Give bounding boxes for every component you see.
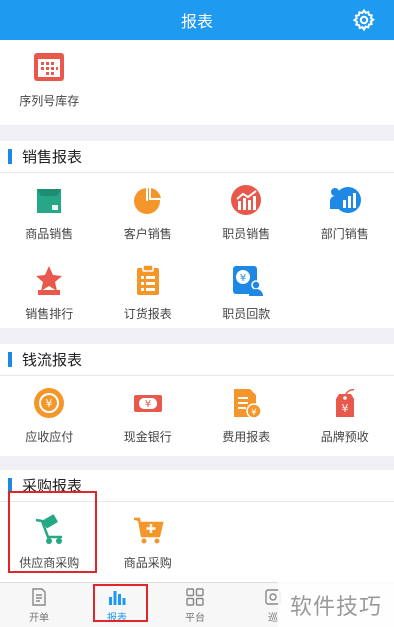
staff-payment-item[interactable]: ¥ 职员回款	[197, 253, 296, 333]
sales-ranking-item[interactable]: 销售排行	[0, 253, 99, 333]
nav-label: 平台	[185, 612, 205, 624]
clipboard-icon	[136, 264, 159, 295]
nav-reports[interactable]: 报表	[78, 583, 156, 627]
brand-prepay-label: 品牌预收	[320, 430, 369, 444]
svg-text:¥: ¥	[341, 402, 348, 415]
exchange-money-icon: ¥	[34, 388, 65, 418]
report-bars-icon	[109, 590, 126, 605]
section-header: 销售报表	[0, 141, 394, 173]
section-title: 钱流报表	[22, 351, 83, 369]
section-title: 采购报表	[22, 477, 83, 495]
serial-inventory-icon	[34, 53, 65, 81]
svg-text:¥: ¥	[240, 273, 246, 284]
section-header: 钱流报表	[0, 344, 394, 376]
order-report-label: 订货报表	[123, 307, 172, 321]
price-tag-icon: ¥	[335, 389, 354, 417]
svg-text:¥: ¥	[46, 397, 53, 410]
watermark-text: 软件技巧	[278, 582, 394, 627]
supplier-purchase-label: 供应商采购	[19, 556, 80, 570]
pie-chart-icon	[133, 185, 163, 214]
receivable-payable-label: 应收应付	[25, 430, 74, 444]
product-sales-item[interactable]: 商品销售	[0, 173, 99, 253]
section-bar	[8, 352, 12, 367]
product-purchase-item[interactable]: 商品采购	[99, 502, 198, 582]
serial-inventory-label: 序列号库存	[19, 94, 80, 108]
page-title: 报表	[180, 12, 213, 31]
cashflow-section: 钱流报表 ¥ 应收应付 ¥ 现金银行 ¥ 费用报表 ¥ 品牌预收	[0, 344, 394, 456]
order-report-item[interactable]: 订货报表	[99, 253, 198, 333]
gear-icon[interactable]	[352, 8, 376, 32]
section-bar	[8, 149, 12, 164]
receivable-payable-item[interactable]: ¥ 应收应付	[0, 376, 99, 456]
nav-platform[interactable]: 平台	[156, 583, 234, 627]
shopping-cart-icon	[133, 517, 164, 544]
staff-payment-icon: ¥	[233, 266, 264, 296]
document-icon	[32, 587, 46, 606]
product-purchase-label: 商品采购	[123, 556, 172, 570]
top-section: 序列号库存	[0, 40, 394, 125]
nav-label: 巡	[268, 612, 278, 624]
cash-bank-label: 现金银行	[123, 430, 172, 444]
sales-section: 销售报表 商品销售 客户销售 职员销售 部门销售 销售排行 订货报表 ¥ 职员回…	[0, 141, 394, 328]
department-sales-item[interactable]: 部门销售	[296, 173, 394, 253]
department-sales-label: 部门销售	[320, 227, 369, 241]
product-sales-label: 商品销售	[25, 227, 74, 241]
section-bar	[8, 478, 12, 493]
expense-report-item[interactable]: ¥ 费用报表	[197, 376, 296, 456]
nav-create-order[interactable]: 开单	[0, 583, 78, 627]
sales-ranking-label: 销售排行	[25, 307, 74, 321]
svg-text:¥: ¥	[145, 399, 151, 410]
section-title: 销售报表	[22, 148, 83, 166]
nav-label: 报表	[107, 612, 127, 624]
star-rank-icon	[36, 266, 63, 295]
expense-report-label: 费用报表	[222, 430, 271, 444]
cash-bank-item[interactable]: ¥ 现金银行	[99, 376, 198, 456]
department-chart-icon	[329, 187, 361, 213]
customer-sales-item[interactable]: 客户销售	[99, 173, 198, 253]
staff-sales-label: 职员销售	[222, 227, 271, 241]
nav-label: 开单	[29, 612, 49, 624]
section-header: 采购报表	[0, 470, 394, 502]
product-box-icon	[37, 189, 62, 213]
app-header: 报表	[0, 0, 394, 40]
serial-inventory-item[interactable]: 序列号库存	[0, 40, 99, 120]
brand-prepay-item[interactable]: ¥ 品牌预收	[296, 376, 394, 456]
customer-sales-label: 客户销售	[123, 227, 172, 241]
staff-payment-label: 职员回款	[222, 307, 271, 321]
staff-sales-item[interactable]: 职员销售	[197, 173, 296, 253]
supplier-cart-icon	[36, 514, 63, 544]
banknote-icon: ¥	[133, 395, 162, 412]
supplier-purchase-item[interactable]: 供应商采购	[0, 502, 99, 582]
svg-text:¥: ¥	[251, 408, 257, 418]
grid-icon	[186, 587, 204, 606]
expense-doc-icon: ¥	[234, 389, 262, 419]
purchase-section: 采购报表 供应商采购 商品采购	[0, 470, 394, 582]
bar-chart-icon	[231, 185, 262, 215]
